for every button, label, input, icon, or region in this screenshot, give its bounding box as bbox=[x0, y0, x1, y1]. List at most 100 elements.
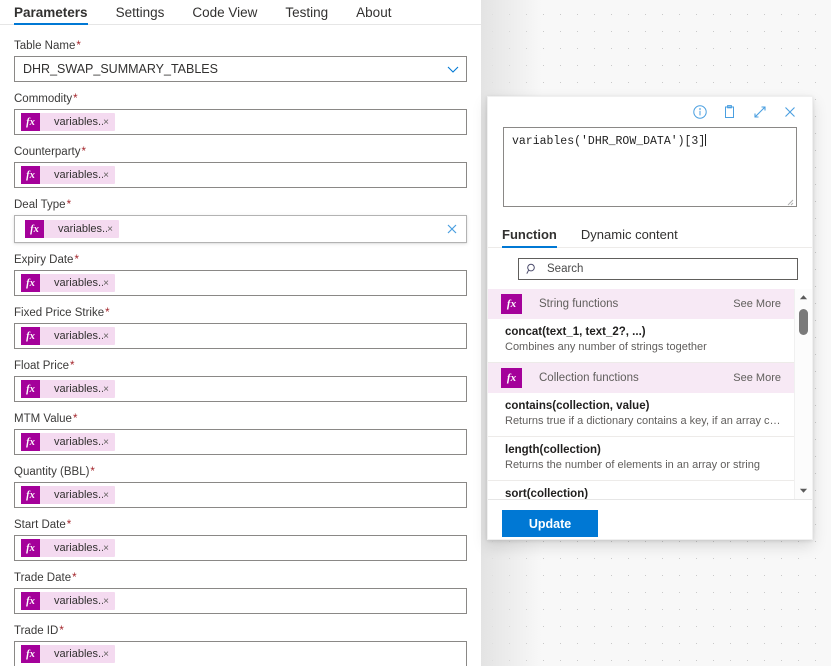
table-name-dropdown[interactable]: DHR_SWAP_SUMMARY_TABLES bbox=[14, 56, 467, 82]
trade-date-input[interactable]: fx variables... × bbox=[14, 588, 467, 614]
expression-token[interactable]: fx variables... × bbox=[21, 327, 115, 345]
token-remove-icon[interactable]: × bbox=[103, 490, 115, 501]
deal-type-input[interactable]: fx variables... × bbox=[14, 215, 467, 243]
function-group-name: Collection functions bbox=[539, 372, 639, 384]
function-list-item[interactable]: concat(text_1, text_2?, ...) Combines any… bbox=[488, 319, 795, 363]
scroll-up-arrow-icon[interactable] bbox=[795, 289, 812, 306]
tab-parameters[interactable]: Parameters bbox=[14, 5, 102, 25]
popup-tabbar: Function Dynamic content bbox=[488, 207, 812, 248]
update-button[interactable]: Update bbox=[502, 510, 598, 537]
action-details-panel: Parameters Settings Code View Testing About … bbox=[0, 0, 481, 666]
token-label: variables... bbox=[58, 223, 108, 235]
tab-code-view[interactable]: Code View bbox=[192, 5, 271, 24]
popup-tab-function[interactable]: Function bbox=[502, 227, 557, 248]
fx-icon: fx bbox=[21, 327, 40, 345]
fixed-price-strike-input[interactable]: fx variables... × bbox=[14, 323, 467, 349]
expression-token[interactable]: fx variables... × bbox=[21, 539, 115, 557]
field-label: Float Price* bbox=[14, 359, 467, 373]
function-signature: concat(text_1, text_2?, ...) bbox=[505, 326, 646, 338]
token-remove-icon[interactable]: × bbox=[103, 117, 115, 128]
search-area bbox=[488, 248, 812, 280]
tab-about[interactable]: About bbox=[356, 5, 405, 24]
function-list-item[interactable]: contains(collection, value) Returns true … bbox=[488, 393, 795, 437]
token-remove-icon[interactable]: × bbox=[103, 170, 115, 181]
expression-token[interactable]: fx variables... × bbox=[21, 113, 115, 131]
required-asterisk: * bbox=[66, 519, 72, 531]
token-remove-icon[interactable]: × bbox=[103, 278, 115, 289]
popup-tab-dynamic-content[interactable]: Dynamic content bbox=[581, 227, 678, 247]
see-more-link[interactable]: See More bbox=[733, 298, 781, 310]
fx-icon: fx bbox=[501, 294, 522, 314]
function-list-item[interactable]: length(collection) Returns the number of … bbox=[488, 437, 795, 481]
expression-text-wrapper: variables('DHR_ROW_DATA')[3] bbox=[504, 128, 796, 155]
expression-token[interactable]: fx variables... × bbox=[21, 433, 115, 451]
function-list: fx String functions See More concat(text_1,… bbox=[488, 289, 795, 499]
required-asterisk: * bbox=[73, 93, 78, 105]
expand-icon[interactable] bbox=[752, 104, 768, 120]
tab-settings[interactable]: Settings bbox=[116, 5, 179, 24]
expression-textarea[interactable]: variables('DHR_ROW_DATA')[3] bbox=[503, 127, 797, 207]
required-asterisk: * bbox=[81, 146, 86, 158]
clear-field-icon[interactable] bbox=[445, 222, 459, 236]
token-remove-icon[interactable]: × bbox=[103, 543, 115, 554]
expression-editor-popup: variables('DHR_ROW_DATA')[3] Function Dyn… bbox=[487, 96, 813, 540]
token-remove-icon[interactable]: × bbox=[103, 331, 115, 342]
field-label-text: Deal Type bbox=[14, 199, 66, 211]
token-remove-icon[interactable]: × bbox=[107, 224, 119, 235]
fx-icon: fx bbox=[21, 539, 40, 557]
field-label-text: Start Date bbox=[14, 519, 66, 531]
field-label-text: MTM Value bbox=[14, 413, 72, 425]
function-signature: contains(collection, value) bbox=[505, 400, 650, 412]
field-label: MTM Value* bbox=[14, 412, 467, 426]
function-list-scrollbar[interactable] bbox=[794, 289, 812, 499]
expression-token[interactable]: fx variables... × bbox=[21, 380, 115, 398]
info-icon[interactable] bbox=[692, 104, 708, 120]
float-price-input[interactable]: fx variables... × bbox=[14, 376, 467, 402]
clipboard-icon[interactable] bbox=[722, 104, 738, 120]
search-icon bbox=[526, 263, 538, 275]
chevron-down-icon[interactable] bbox=[447, 64, 459, 75]
tab-testing[interactable]: Testing bbox=[285, 5, 342, 24]
see-more-link[interactable]: See More bbox=[733, 372, 781, 384]
expression-token[interactable]: fx variables... × bbox=[21, 486, 115, 504]
close-icon[interactable] bbox=[782, 104, 798, 120]
field-fixed-price-strike: Fixed Price Strike* fx variables... × bbox=[14, 306, 467, 349]
search-box[interactable] bbox=[518, 258, 798, 280]
field-label: Fixed Price Strike* bbox=[14, 306, 467, 320]
expression-token[interactable]: fx variables... × bbox=[25, 220, 119, 238]
field-label-text: Quantity (BBL) bbox=[14, 466, 90, 478]
expression-token[interactable]: fx variables... × bbox=[21, 274, 115, 292]
expression-token[interactable]: fx variables... × bbox=[21, 166, 115, 184]
mtm-value-input[interactable]: fx variables... × bbox=[14, 429, 467, 455]
table-name-value: DHR_SWAP_SUMMARY_TABLES bbox=[23, 62, 218, 76]
function-signature: length(collection) bbox=[505, 444, 601, 456]
resize-grip-icon[interactable] bbox=[784, 195, 794, 206]
token-label: variables... bbox=[54, 330, 104, 342]
scroll-down-arrow-icon[interactable] bbox=[795, 482, 812, 499]
function-group-header[interactable]: fx Collection functions See More bbox=[488, 363, 795, 393]
commodity-input[interactable]: fx variables... × bbox=[14, 109, 467, 135]
field-commodity: Commodity* fx variables... × bbox=[14, 92, 467, 135]
token-remove-icon[interactable]: × bbox=[103, 384, 115, 395]
start-date-input[interactable]: fx variables... × bbox=[14, 535, 467, 561]
expiry-date-input[interactable]: fx variables... × bbox=[14, 270, 467, 296]
search-input[interactable] bbox=[545, 262, 786, 276]
required-asterisk: * bbox=[76, 40, 81, 52]
required-asterisk: * bbox=[74, 254, 79, 266]
trade-id-input[interactable]: fx variables... × bbox=[14, 641, 467, 666]
token-remove-icon[interactable]: × bbox=[103, 596, 115, 607]
token-remove-icon[interactable]: × bbox=[103, 437, 115, 448]
required-asterisk: * bbox=[105, 307, 110, 319]
required-asterisk: * bbox=[90, 466, 95, 478]
token-remove-icon[interactable]: × bbox=[103, 649, 115, 660]
scrollbar-thumb[interactable] bbox=[799, 309, 808, 335]
quantity-bbl-input[interactable]: fx variables... × bbox=[14, 482, 467, 508]
fx-icon: fx bbox=[21, 645, 40, 663]
field-label-text: Expiry Date bbox=[14, 254, 74, 266]
expression-token[interactable]: fx variables... × bbox=[21, 592, 115, 610]
expression-token[interactable]: fx variables... × bbox=[21, 645, 115, 663]
function-group-header[interactable]: fx String functions See More bbox=[488, 289, 795, 319]
field-label: Counterparty* bbox=[14, 145, 467, 159]
function-list-item[interactable]: sort(collection)Returns an array sorted … bbox=[488, 481, 795, 499]
counterparty-input[interactable]: fx variables... × bbox=[14, 162, 467, 188]
